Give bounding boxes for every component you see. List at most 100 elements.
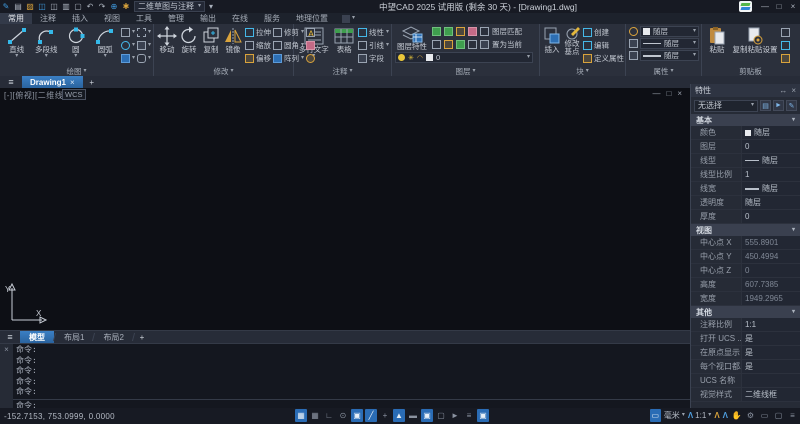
section-other[interactable]: 其他▾	[691, 306, 800, 318]
section-basic[interactable]: 基本▾	[691, 114, 800, 126]
prop-row-linetype[interactable]: 线型 随层	[691, 154, 800, 168]
quickview-toggle-icon[interactable]: ▣	[477, 409, 489, 422]
revcloud-icon[interactable]	[137, 28, 146, 37]
vp-minimize-button[interactable]: —	[652, 89, 660, 98]
prop-row-ucs-viewport[interactable]: 每个视口都... 是	[691, 360, 800, 374]
layer-on-icon[interactable]	[432, 27, 441, 36]
print-icon[interactable]: ▥	[60, 1, 72, 12]
tab-geolocation[interactable]: 地理位置	[288, 13, 336, 24]
block-edit-button[interactable]: 编辑	[583, 39, 624, 51]
prop-row-visual-style[interactable]: 视觉样式 二维线框	[691, 388, 800, 402]
scale-button[interactable]: 缩放	[245, 39, 271, 51]
prop-row-center-x[interactable]: 中心点 X 555.8901	[691, 236, 800, 250]
prop-row-ltscale[interactable]: 线型比例 1	[691, 168, 800, 182]
edit-base-button[interactable]: 修改基点	[563, 26, 581, 66]
layer-lock-icon[interactable]	[456, 27, 465, 36]
toolbar-overflow-icon[interactable]: ▾	[205, 1, 217, 12]
prop-row-lineweight[interactable]: 线宽 随层	[691, 182, 800, 196]
table-button[interactable]: 表格	[332, 26, 356, 66]
layer-unisolate-icon[interactable]	[432, 40, 441, 49]
cut-icon[interactable]	[781, 28, 790, 37]
linetype-dropdown[interactable]: 随层▾	[640, 38, 699, 49]
panel-draw-label[interactable]: 绘图▾	[0, 66, 153, 76]
leader-button[interactable]: 引线▾	[358, 39, 389, 51]
copy-button[interactable]: 复制	[201, 26, 221, 66]
lines-toggle-icon[interactable]: ≡	[463, 409, 475, 422]
prop-row-transparency[interactable]: 透明度 随层	[691, 196, 800, 210]
display-icon[interactable]: ▭	[759, 409, 770, 422]
prop-row-center-z[interactable]: 中心点 Z 0	[691, 264, 800, 278]
rotate-button[interactable]: 旋转	[179, 26, 199, 66]
polar-toggle-icon[interactable]: ⊙	[337, 409, 349, 422]
panel-annotate-label[interactable]: 注释▾	[294, 66, 391, 76]
circle-button[interactable]: 圆▾	[62, 26, 89, 66]
prop-row-color[interactable]: 颜色 随层	[691, 126, 800, 140]
layer-off-icon[interactable]	[468, 27, 477, 36]
layer-properties-button[interactable]: 图层特性	[395, 25, 429, 51]
layer-thaw-icon[interactable]	[456, 40, 465, 49]
panel-layer-label[interactable]: 图层▾	[392, 66, 539, 76]
undo-icon[interactable]: ↶	[84, 1, 96, 12]
paste-button[interactable]: 粘贴	[705, 26, 729, 66]
quick-select-icon[interactable]: ✎	[786, 100, 797, 111]
layer-isolate-icon[interactable]	[480, 27, 489, 36]
join-icon[interactable]	[306, 54, 315, 63]
layer-walk-icon[interactable]	[444, 40, 453, 49]
region-icon[interactable]	[137, 54, 146, 63]
tab-annotate[interactable]: 注释	[32, 13, 64, 24]
line-button[interactable]: 直线▾	[3, 26, 30, 66]
arc-button[interactable]: 圆弧▾	[91, 26, 118, 66]
select-objects-icon[interactable]: ►	[773, 100, 784, 111]
palette-titlebar[interactable]: 特性 ↔ ×	[691, 84, 800, 97]
new-doc-tab-button[interactable]: +	[83, 76, 101, 88]
open-file-icon[interactable]: ▨	[24, 1, 36, 12]
new-file-icon[interactable]: ▤	[12, 1, 24, 12]
prop-row-width[interactable]: 宽度 1949.2965	[691, 292, 800, 306]
copy-paste-settings-button[interactable]: 复制粘贴设置	[731, 26, 779, 66]
color-picker-icon[interactable]	[629, 27, 638, 36]
prop-row-ucs-name[interactable]: UCS 名称	[691, 374, 800, 388]
doc-menu-icon[interactable]: ≡	[0, 76, 22, 88]
ducs-toggle-icon[interactable]: +	[379, 409, 391, 422]
hatch-icon[interactable]	[121, 54, 130, 63]
color-dropdown[interactable]: 随层▾	[640, 26, 699, 37]
preview-icon[interactable]: ▢	[72, 1, 84, 12]
erase-icon[interactable]	[306, 41, 315, 50]
layer-dropdown[interactable]: ✳ ◠ 0 ▾	[395, 52, 533, 63]
prop-row-ucs-on[interactable]: 打开 UCS ... 是	[691, 332, 800, 346]
redo-icon[interactable]: ↷	[96, 1, 108, 12]
save-as-icon[interactable]: ◫	[48, 1, 60, 12]
layer-unlock-icon[interactable]	[468, 40, 477, 49]
status-menu-icon[interactable]: ≡	[787, 409, 798, 422]
panel-block-label[interactable]: 块▾	[540, 66, 625, 76]
prop-row-center-y[interactable]: 中心点 Y 450.4994	[691, 250, 800, 264]
workspace-gear-icon[interactable]: ✱	[120, 1, 132, 12]
layer-freeze-icon[interactable]	[444, 27, 453, 36]
prop-row-thickness[interactable]: 厚度 0	[691, 210, 800, 224]
tab-layout2[interactable]: 布局2	[94, 331, 132, 343]
close-button[interactable]: ×	[786, 1, 800, 12]
stretch-button[interactable]: 拉伸	[245, 26, 271, 38]
tab-view[interactable]: 视图	[96, 13, 128, 24]
tab-home[interactable]: 常用	[0, 13, 32, 24]
annotation-scale-dropdown[interactable]: Λ 1:1▾	[688, 411, 711, 420]
polyline-button[interactable]: 多段线▾	[32, 26, 59, 66]
tab-insert[interactable]: 插入	[64, 13, 96, 24]
lineweight-icon[interactable]	[629, 51, 638, 60]
vp-close-button[interactable]: ×	[677, 89, 682, 98]
transparency-toggle-icon[interactable]: ▣	[421, 409, 433, 422]
drawing-viewport[interactable]: [-][俯视][二维线框] WCS — □ × Y X	[0, 88, 690, 330]
doc-tab-drawing1[interactable]: Drawing1 ×	[22, 76, 83, 88]
field-button[interactable]: 字段	[358, 52, 389, 64]
workspace-switch-icon[interactable]: ✋	[731, 409, 742, 422]
close-tab-icon[interactable]: ×	[70, 78, 75, 87]
section-view[interactable]: 视图▾	[691, 224, 800, 236]
ellipse-icon[interactable]	[121, 41, 130, 50]
unit-dropdown[interactable]: 毫米▾	[664, 410, 685, 421]
lineweight-toggle-icon[interactable]: ▬	[407, 409, 419, 422]
define-attr-button[interactable]: 定义属性	[583, 52, 624, 64]
prop-row-ucs-origin[interactable]: 在原点显示 ... 是	[691, 346, 800, 360]
offset-button[interactable]: 偏移	[245, 52, 271, 64]
close-palette-icon[interactable]: ×	[791, 86, 796, 95]
tab-online[interactable]: 在线	[224, 13, 256, 24]
